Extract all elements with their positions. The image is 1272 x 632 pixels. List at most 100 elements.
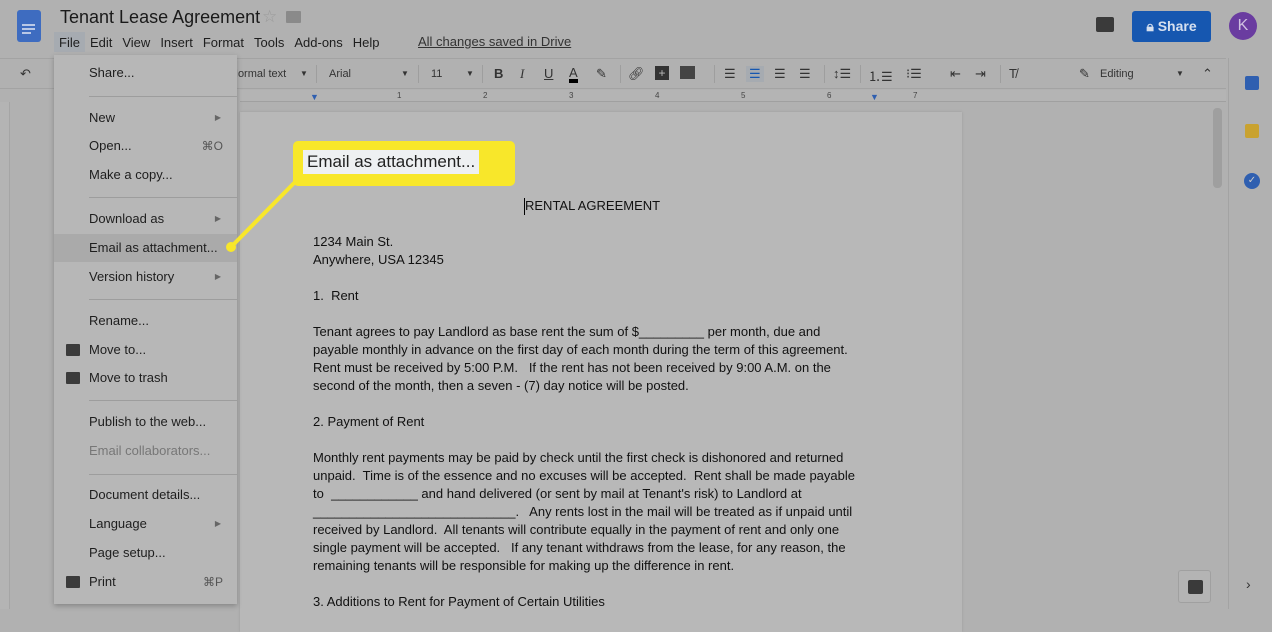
menu-edit[interactable]: Edit bbox=[85, 32, 117, 52]
menu-item-email-collaborators: Email collaborators... bbox=[54, 437, 237, 465]
image-icon[interactable] bbox=[680, 66, 695, 79]
menu-separator bbox=[89, 197, 237, 198]
document-line: payable monthly in advance on the first … bbox=[313, 342, 848, 357]
align-center-icon[interactable]: ☰ bbox=[746, 66, 764, 82]
vertical-ruler[interactable] bbox=[0, 102, 10, 609]
menu-view[interactable]: View bbox=[117, 32, 155, 52]
ruler-mark: 4 bbox=[655, 91, 660, 100]
menu-item-label: Make a copy... bbox=[89, 167, 173, 182]
menu-item-label: Publish to the web... bbox=[89, 414, 207, 429]
document-line: single payment will be accepted. If any … bbox=[313, 540, 846, 555]
menu-help[interactable]: Help bbox=[348, 32, 385, 52]
collapse-toolbar-icon[interactable]: ⌃ bbox=[1202, 66, 1213, 82]
menu-item-download-as[interactable]: Download as ▶ bbox=[54, 205, 237, 233]
ruler-mark: 3 bbox=[569, 91, 574, 100]
chevron-down-icon[interactable]: ▼ bbox=[401, 69, 409, 78]
add-comment-icon[interactable]: + bbox=[655, 66, 669, 80]
submenu-arrow-icon: ▶ bbox=[214, 272, 221, 281]
shortcut-label: ⌘P bbox=[202, 575, 223, 589]
comments-icon[interactable] bbox=[1096, 17, 1114, 32]
menu-item-rename[interactable]: Rename... bbox=[54, 307, 237, 335]
link-icon[interactable]: 🔗︎ bbox=[628, 66, 645, 82]
menu-item-page-setup[interactable]: Page setup... bbox=[54, 539, 237, 567]
menu-item-move-to[interactable]: Move to... bbox=[54, 336, 237, 364]
text-color-icon[interactable]: A bbox=[569, 66, 578, 83]
align-right-icon[interactable]: ☰ bbox=[774, 66, 786, 82]
menu-item-move-to-trash[interactable]: Move to trash bbox=[54, 364, 237, 392]
line-spacing-icon[interactable]: ↕☰ bbox=[833, 66, 851, 82]
submenu-arrow-icon: ▶ bbox=[214, 519, 221, 528]
menu-add-ons[interactable]: Add-ons bbox=[289, 32, 347, 52]
menu-item-label: Share... bbox=[89, 65, 135, 80]
style-select[interactable]: Normal text bbox=[230, 68, 286, 80]
numbered-list-icon[interactable]: ⒈☰ bbox=[868, 66, 893, 85]
menu-insert[interactable]: Insert bbox=[155, 32, 198, 52]
menu-item-make-a-copy[interactable]: Make a copy... bbox=[54, 161, 237, 189]
scrollbar[interactable] bbox=[1213, 108, 1222, 188]
tasks-icon[interactable]: ✓ bbox=[1244, 173, 1260, 189]
italic-icon[interactable]: I bbox=[520, 66, 524, 82]
menu-item-label: Version history bbox=[89, 269, 175, 284]
callout-box: Email as attachment... bbox=[293, 141, 515, 186]
menu-format[interactable]: Format bbox=[198, 32, 249, 52]
document-line: 1. Rent bbox=[313, 288, 359, 303]
calendar-icon[interactable] bbox=[1245, 76, 1259, 90]
right-indent-marker[interactable]: ▼ bbox=[870, 92, 879, 102]
highlight-icon[interactable]: ✎ bbox=[596, 66, 607, 82]
document-line: Anywhere, USA 12345 bbox=[313, 252, 444, 267]
justify-icon[interactable]: ☰ bbox=[799, 66, 811, 82]
save-status-link[interactable]: All changes saved in Drive bbox=[418, 34, 571, 49]
menu-item-open[interactable]: Open... ⌘O bbox=[54, 132, 237, 160]
document-line: to ____________ and hand delivered (or s… bbox=[313, 486, 802, 501]
lock-icon: 🔒︎ bbox=[1146, 18, 1158, 34]
pencil-icon: ✎ bbox=[1079, 66, 1090, 81]
chevron-down-icon[interactable]: ▼ bbox=[1176, 69, 1184, 78]
menu-item-version-history[interactable]: Version history ▶ bbox=[54, 263, 237, 291]
share-label: Share bbox=[1157, 18, 1197, 34]
document-line: ____________________________. Any rents … bbox=[313, 504, 853, 519]
undo-icon[interactable]: ↶ bbox=[20, 66, 31, 82]
clear-formatting-icon[interactable]: T̸ bbox=[1009, 66, 1017, 81]
menu-item-label: Rename... bbox=[89, 313, 149, 328]
menu-item-publish-to-the-web[interactable]: Publish to the web... bbox=[54, 408, 237, 436]
menu-item-print[interactable]: Print ⌘P bbox=[54, 568, 237, 596]
menu-separator bbox=[89, 96, 237, 97]
chevron-right-icon[interactable]: › bbox=[1246, 576, 1251, 592]
font-select[interactable]: Arial bbox=[329, 68, 351, 80]
star-icon[interactable]: ☆ bbox=[262, 7, 277, 27]
share-button[interactable]: 🔒︎ Share bbox=[1132, 11, 1211, 42]
bulleted-list-icon[interactable]: ⁝☰ bbox=[906, 66, 922, 82]
increase-indent-icon[interactable]: ⇥ bbox=[975, 66, 986, 82]
menu-file[interactable]: File bbox=[54, 32, 85, 52]
explore-button[interactable] bbox=[1178, 570, 1211, 603]
underline-icon[interactable]: U bbox=[544, 66, 553, 81]
menu-item-language[interactable]: Language ▶ bbox=[54, 510, 237, 538]
file-menu: Share... New ▶ Open... ⌘O Make a copy... Downl… bbox=[54, 55, 237, 604]
font-size-select[interactable]: 11 bbox=[431, 68, 442, 80]
folder-icon[interactable] bbox=[286, 11, 301, 23]
editing-mode-select[interactable]: Editing bbox=[1100, 68, 1134, 80]
left-indent-marker[interactable]: ▼ bbox=[310, 92, 319, 102]
horizontal-ruler[interactable]: 1 2 3 4 5 6 7 ▼ ▼ bbox=[240, 90, 1226, 102]
docs-logo-icon[interactable] bbox=[17, 10, 41, 42]
menu-item-label: Email as attachment... bbox=[89, 240, 218, 255]
menu-tools[interactable]: Tools bbox=[249, 32, 289, 52]
menu-item-document-details[interactable]: Document details... bbox=[54, 481, 237, 509]
keep-icon[interactable] bbox=[1245, 124, 1259, 138]
align-left-icon[interactable]: ☰ bbox=[724, 66, 736, 82]
chevron-down-icon[interactable]: ▼ bbox=[466, 69, 474, 78]
menu-item-new[interactable]: New ▶ bbox=[54, 104, 237, 132]
explore-icon bbox=[1188, 580, 1203, 594]
ruler-mark: 6 bbox=[827, 91, 832, 100]
document-line: 3. Additions to Rent for Payment of Cert… bbox=[313, 594, 605, 609]
menu-item-share[interactable]: Share... bbox=[54, 59, 237, 87]
menu-item-email-as-attachment[interactable]: Email as attachment... bbox=[54, 234, 237, 262]
document-title[interactable]: Tenant Lease Agreement bbox=[60, 7, 260, 28]
avatar[interactable]: K bbox=[1229, 12, 1257, 40]
menu-item-label: Page setup... bbox=[89, 545, 166, 560]
callout-connector bbox=[226, 178, 299, 252]
menu-item-label: Move to... bbox=[89, 342, 147, 357]
chevron-down-icon[interactable]: ▼ bbox=[300, 69, 308, 78]
bold-icon[interactable]: B bbox=[494, 66, 503, 81]
decrease-indent-icon[interactable]: ⇤ bbox=[950, 66, 961, 82]
